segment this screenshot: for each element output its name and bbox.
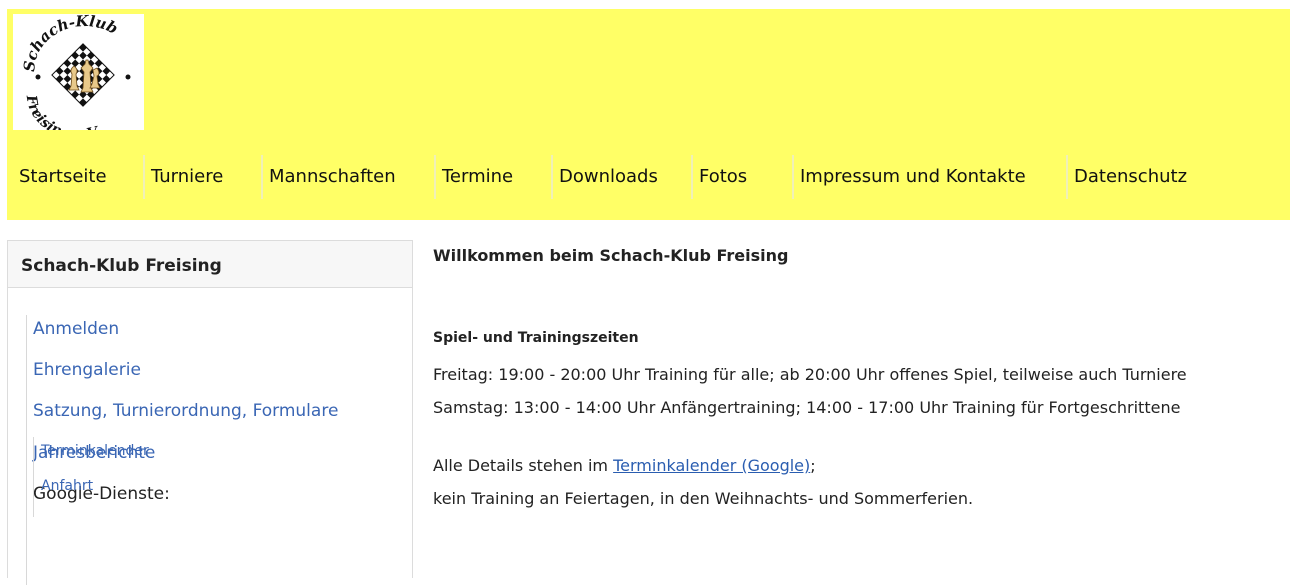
sidebar-submenu: Terminkalender Anfahrt	[33, 437, 334, 517]
main-navigation: Startseite Turniere Mannschaften Termine…	[7, 155, 1290, 199]
nav-item-turniere[interactable]: Turniere	[143, 155, 223, 199]
terminkalender-link[interactable]: Terminkalender (Google)	[613, 456, 810, 475]
sidebar-title: Schach-Klub Freising	[8, 241, 412, 288]
sidebar: Schach-Klub Freising Anmelden Ehrengaler…	[7, 240, 413, 585]
chess-club-logo-icon: Schach-Klub Freising e.V.	[20, 14, 131, 130]
sidebar-subitem-anfahrt[interactable]: Anfahrt	[41, 478, 93, 494]
nav-item-downloads[interactable]: Downloads	[551, 155, 658, 199]
nav-item-datenschutz[interactable]: Datenschutz	[1066, 155, 1187, 199]
club-logo[interactable]: Schach-Klub Freising e.V.	[13, 14, 144, 130]
schedule-saturday: Samstag: 13:00 - 14:00 Uhr Anfängertrain…	[433, 398, 1181, 417]
nav-item-mannschaften[interactable]: Mannschaften	[261, 155, 396, 199]
nav-item-termine[interactable]: Termine	[434, 155, 513, 199]
details-line: Alle Details stehen im Terminkalender (G…	[433, 456, 816, 475]
sidebar-item-anmelden[interactable]: Anmelden	[33, 319, 119, 339]
schedule-friday: Freitag: 19:00 - 20:00 Uhr Training für …	[433, 365, 1187, 384]
details-prefix: Alle Details stehen im	[433, 456, 614, 475]
sidebar-item-satzung[interactable]: Satzung, Turnierordnung, Formulare	[33, 401, 338, 421]
nav-item-startseite[interactable]: Startseite	[12, 155, 107, 199]
no-training-note: kein Training an Feiertagen, in den Weih…	[433, 489, 974, 508]
details-suffix: ;	[810, 456, 816, 475]
site-header: Schach-Klub Freising e.V.	[7, 9, 1290, 220]
nav-item-fotos[interactable]: Fotos	[691, 155, 747, 199]
main-content: Willkommen beim Schach-Klub Freising Spi…	[433, 240, 1283, 577]
section-title: Spiel- und Trainingszeiten	[433, 330, 639, 346]
nav-item-impressum[interactable]: Impressum und Kontakte	[792, 155, 1026, 199]
page-title: Willkommen beim Schach-Klub Freising	[433, 246, 789, 265]
sidebar-subitem-terminkalender[interactable]: Terminkalender	[41, 443, 149, 459]
sidebar-item-ehrengalerie[interactable]: Ehrengalerie	[33, 360, 141, 380]
